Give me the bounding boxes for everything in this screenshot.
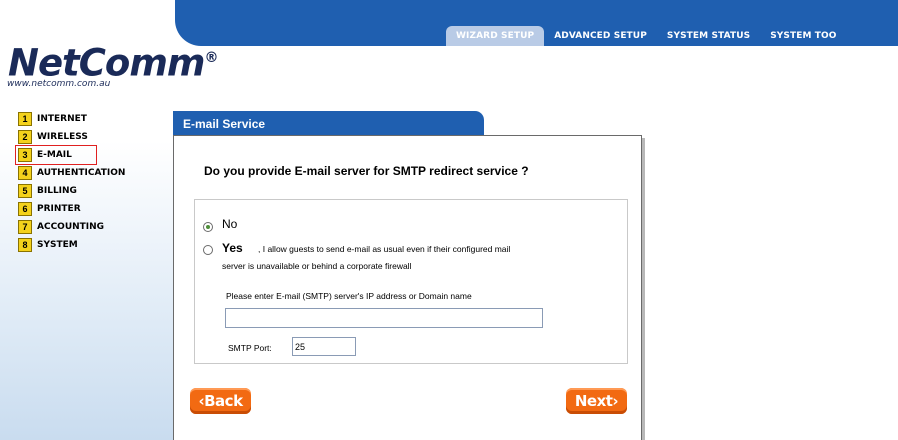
radio-no[interactable] [203, 222, 213, 232]
step-system[interactable]: 8 SYSTEM [18, 236, 125, 254]
step-label: SYSTEM [37, 240, 78, 250]
options-box [194, 199, 628, 364]
radio-yes-label[interactable]: Yes [222, 241, 243, 255]
step-email[interactable]: 3 E-MAIL [15, 145, 97, 165]
back-button[interactable]: ‹Back [190, 388, 251, 414]
step-label: AUTHENTICATION [37, 168, 126, 178]
step-number: 3 [18, 148, 32, 162]
radio-yes[interactable] [203, 245, 213, 255]
step-internet[interactable]: 1 INTERNET [18, 110, 125, 128]
step-label: PRINTER [37, 204, 81, 214]
tab-system-tools[interactable]: SYSTEM TOO [760, 26, 846, 46]
tab-system-status[interactable]: SYSTEM STATUS [657, 26, 760, 46]
step-printer[interactable]: 6 PRINTER [18, 200, 125, 218]
step-label: E-MAIL [37, 150, 72, 160]
next-button[interactable]: Next› [566, 388, 627, 414]
step-number: 7 [18, 220, 32, 234]
step-billing[interactable]: 5 BILLING [18, 182, 125, 200]
smtp-port-input[interactable] [292, 337, 356, 356]
step-number: 1 [18, 112, 32, 126]
tab-advanced-setup[interactable]: ADVANCED SETUP [544, 26, 657, 46]
step-number: 6 [18, 202, 32, 216]
logo-url: www.netcomm.com.au [7, 79, 111, 89]
yes-description-line2: server is unavailable or behind a corpor… [222, 261, 412, 271]
step-wireless[interactable]: 2 WIRELESS [18, 128, 125, 146]
step-number: 4 [18, 166, 32, 180]
step-label: BILLING [37, 186, 77, 196]
step-authentication[interactable]: 4 AUTHENTICATION [18, 164, 125, 182]
logo-text: NetComm [8, 41, 205, 85]
step-number: 2 [18, 130, 32, 144]
step-number: 8 [18, 238, 32, 252]
wizard-steps-list: 1 INTERNET 2 WIRELESS 3 E-MAIL 4 AUTHENT… [15, 110, 125, 254]
tab-wizard-setup[interactable]: WIZARD SETUP [446, 26, 545, 46]
panel-title: E-mail Service [173, 111, 484, 135]
yes-description-line1: , I allow guests to send e-mail as usual… [258, 244, 511, 254]
step-label: WIRELESS [37, 132, 88, 142]
step-accounting[interactable]: 7 ACCOUNTING [18, 218, 125, 236]
radio-no-label[interactable]: No [222, 217, 237, 231]
step-number: 5 [18, 184, 32, 198]
smtp-server-label: Please enter E-mail (SMTP) server's IP a… [226, 291, 472, 301]
step-label: ACCOUNTING [37, 222, 105, 232]
main-nav-tabs: WIZARD SETUP ADVANCED SETUP SYSTEM STATU… [446, 24, 847, 46]
smtp-port-label: SMTP Port: [228, 343, 272, 353]
netcomm-logo: NetComm® [8, 38, 218, 85]
smtp-server-input[interactable] [225, 308, 543, 328]
trademark-symbol: ® [204, 50, 218, 66]
step-label: INTERNET [37, 114, 87, 124]
smtp-question: Do you provide E-mail server for SMTP re… [204, 164, 529, 178]
